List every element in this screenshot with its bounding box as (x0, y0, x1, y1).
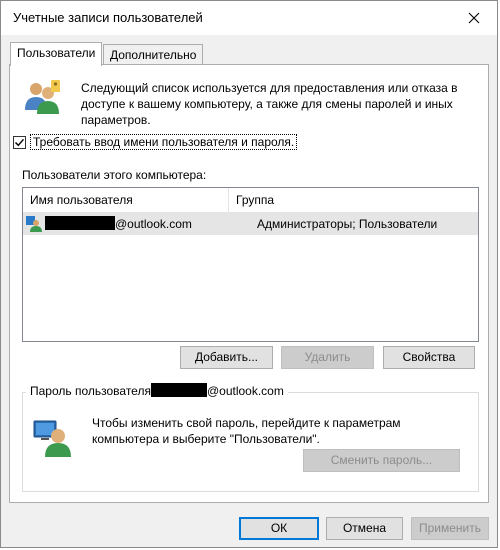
apply-button[interactable]: Применить (411, 517, 489, 540)
require-login-row[interactable]: Требовать ввод имени пользователя и паро… (13, 132, 298, 152)
cancel-button[interactable]: Отмена (326, 517, 403, 540)
intro-description: Следующий список используется для предос… (81, 81, 458, 127)
users-tab-panel: Следующий список используется для предос… (9, 64, 489, 503)
password-group-title: Пароль пользователя @outlook.com (26, 383, 288, 398)
redacted-username (150, 383, 207, 397)
add-user-button[interactable]: Добавить... (180, 346, 273, 369)
user-password-icon (33, 420, 71, 457)
password-group-title-prefix: Пароль пользователя (30, 384, 151, 398)
password-group-title-suffix: @outlook.com (206, 384, 284, 398)
users-list-header: Имя пользователя Группа (23, 188, 478, 213)
users-list[interactable]: Имя пользователя Группа @outlook.com Адм… (22, 187, 479, 342)
window-title: Учетные записи пользователей (13, 10, 203, 25)
table-row[interactable]: @outlook.com Администраторы; Пользовател… (23, 213, 478, 235)
users-icon (25, 80, 60, 114)
user-accounts-dialog: Учетные записи пользователей Пользовател… (0, 0, 498, 548)
change-password-button[interactable]: Сменить пароль... (303, 449, 460, 472)
close-button[interactable] (451, 1, 497, 35)
require-login-label[interactable]: Требовать ввод имени пользователя и паро… (30, 134, 298, 150)
close-icon (468, 12, 480, 24)
user-account-icon (26, 216, 42, 232)
column-header-username[interactable]: Имя пользователя (23, 188, 228, 212)
properties-button[interactable]: Свойства (383, 346, 475, 369)
username-cell: @outlook.com (45, 213, 192, 235)
require-login-checkbox[interactable] (13, 135, 26, 149)
column-header-group[interactable]: Группа (228, 188, 478, 212)
remove-user-button[interactable]: Удалить (281, 346, 374, 369)
password-instructions: Чтобы изменить свой пароль, перейдите к … (92, 416, 401, 446)
tab-advanced[interactable]: Дополнительно (103, 44, 204, 66)
redacted-username (45, 216, 115, 230)
tab-users[interactable]: Пользователи (10, 42, 103, 66)
checkmark-icon (15, 138, 25, 146)
ok-button[interactable]: ОК (239, 517, 319, 540)
users-list-label: Пользователи этого компьютера: (22, 168, 207, 182)
group-cell: Администраторы; Пользователи (257, 217, 438, 231)
title-bar: Учетные записи пользователей (1, 1, 497, 35)
username-domain: @outlook.com (115, 217, 192, 231)
